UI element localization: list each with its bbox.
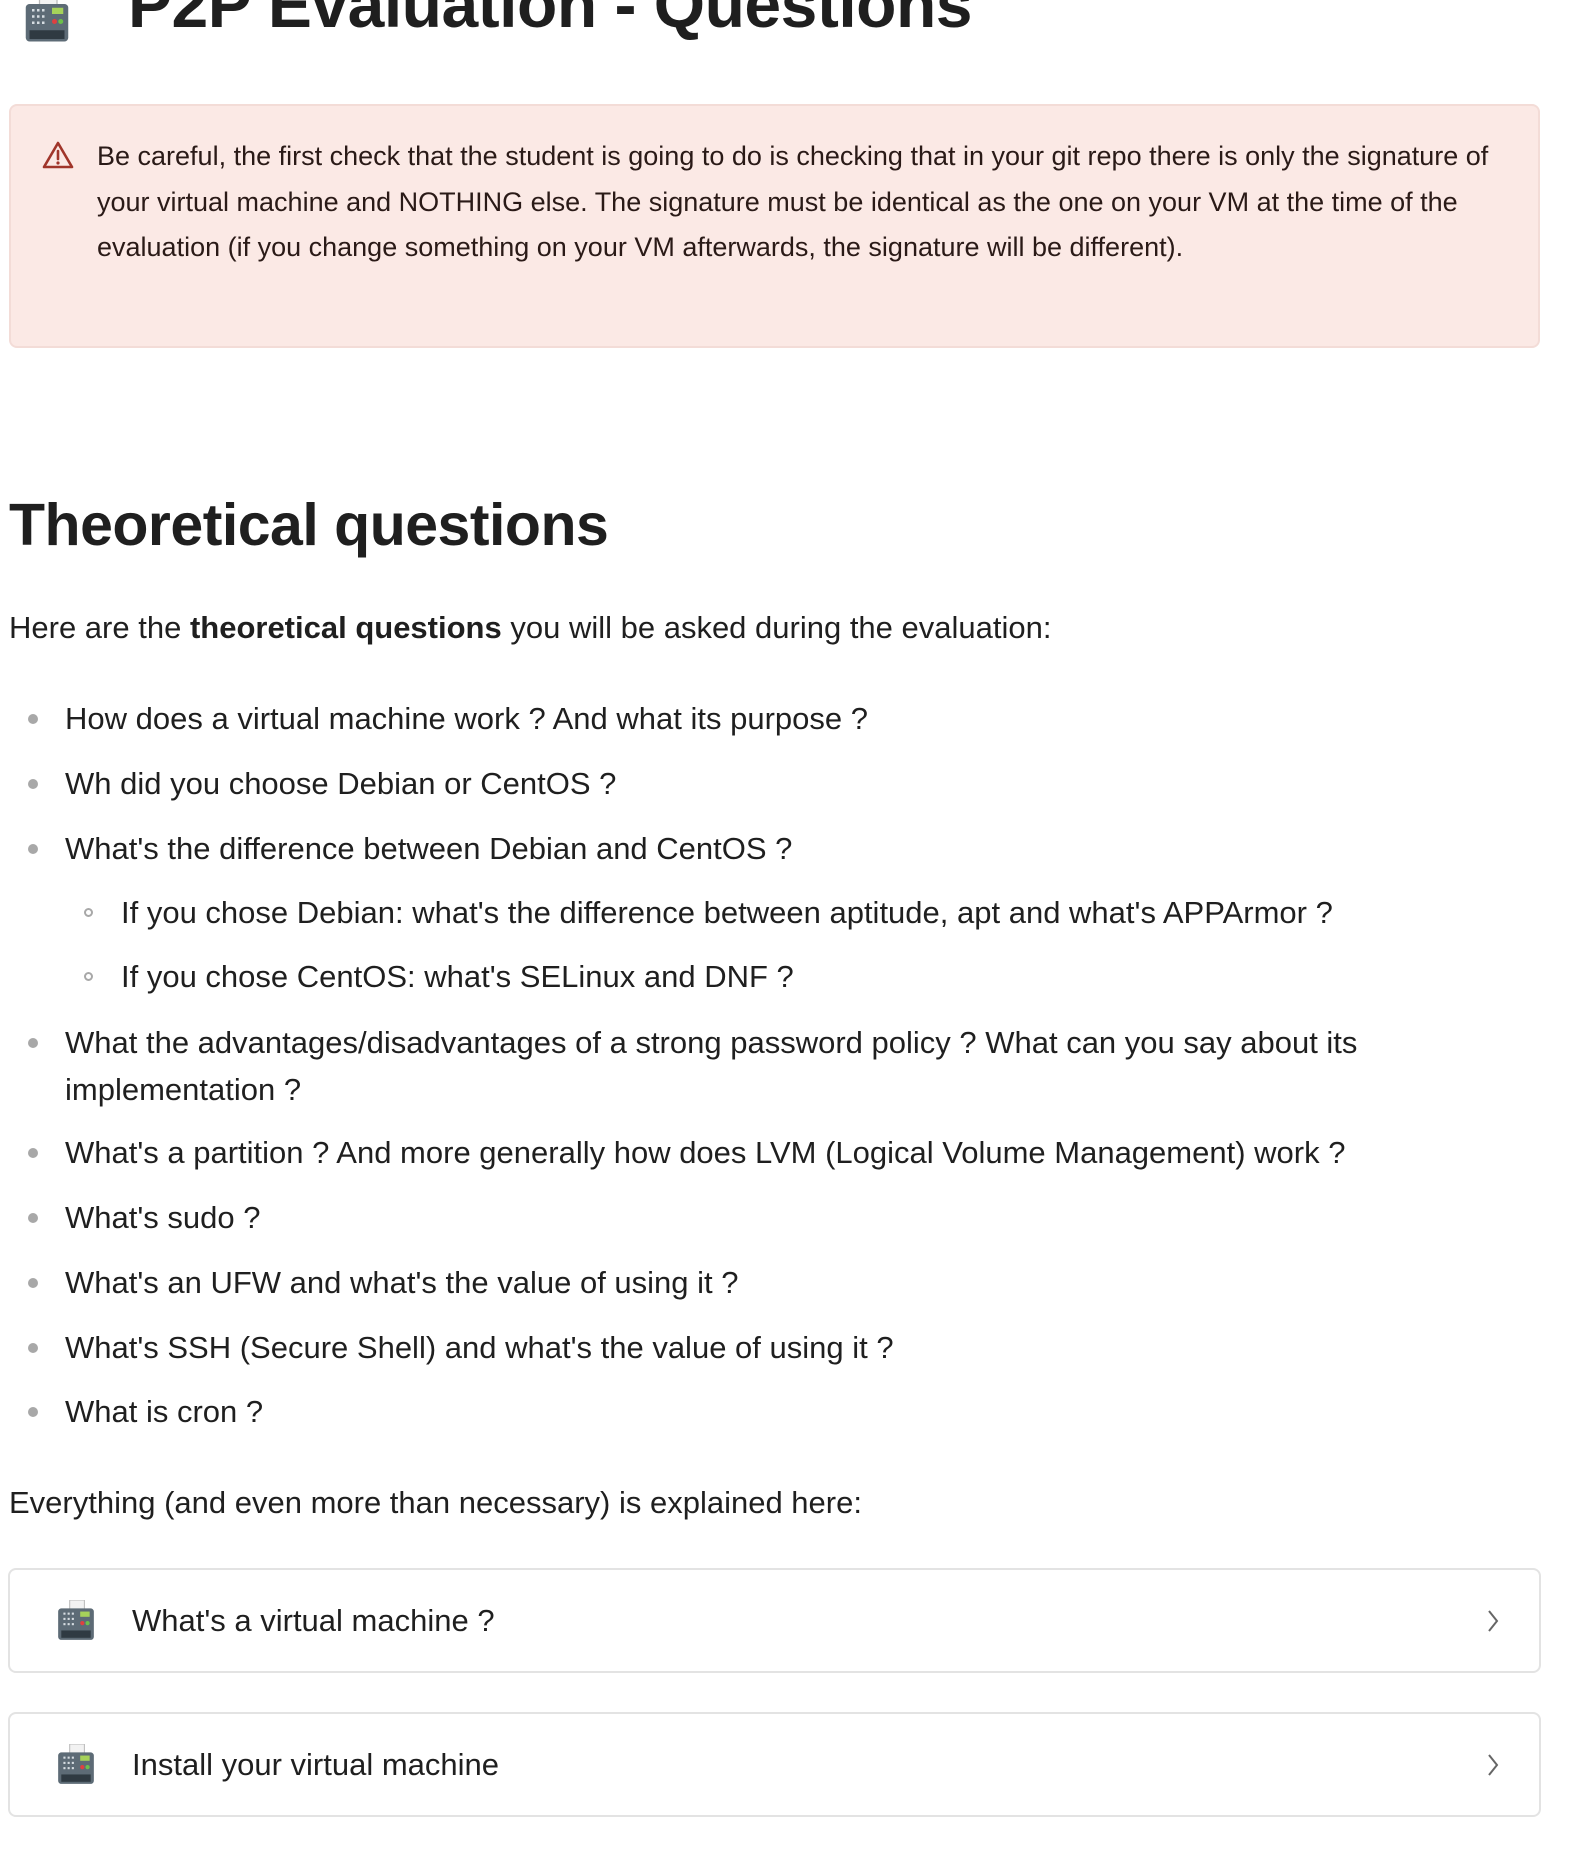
question-item: What's SSH (Secure Shell) and what's the… — [65, 1330, 894, 1365]
link-card-install-vm[interactable]: Install your virtual machine — [8, 1712, 1541, 1817]
bullet-icon — [28, 1038, 38, 1048]
section-heading: Theoretical questions — [9, 492, 609, 558]
question-item: Wh did you choose Debian or CentOS ? — [65, 766, 617, 801]
fax-icon — [54, 1744, 98, 1786]
intro-bold: theoretical questions — [189, 610, 502, 645]
page-title: P2P Evaluation - Questions — [128, 0, 973, 41]
fax-icon — [16, 0, 78, 44]
question-item: If you chose Debian: what's the differen… — [121, 895, 1333, 930]
question-item: If you chose CentOS: what's SELinux and … — [121, 959, 794, 994]
question-item: How does a virtual machine work ? And wh… — [65, 701, 868, 736]
bullet-icon — [28, 1213, 38, 1223]
intro-text-end: you will be asked during the evaluation: — [501, 610, 1052, 645]
bullet-icon — [28, 1148, 38, 1158]
bullet-icon — [28, 1407, 38, 1417]
bullet-icon — [28, 779, 38, 789]
outro-paragraph: Everything (and even more than necessary… — [9, 1485, 862, 1520]
bullet-icon — [28, 1343, 38, 1353]
chevron-right-icon — [1488, 1754, 1499, 1776]
question-item: What's sudo ? — [65, 1200, 261, 1235]
warning-callout: Be careful, the first check that the stu… — [9, 104, 1540, 348]
link-card-label: What's a virtual machine ? — [132, 1603, 495, 1638]
bullet-icon — [84, 972, 93, 981]
intro-paragraph: Here are the theoretical questions you w… — [9, 608, 1051, 648]
bullet-icon — [28, 844, 38, 854]
callout-text: Be careful, the first check that the stu… — [97, 141, 1489, 262]
warning-icon — [42, 141, 74, 169]
question-item: What the advantages/disadvantages of a s… — [65, 1025, 1358, 1107]
intro-text: Here are the — [9, 610, 190, 645]
fax-icon — [54, 1600, 98, 1642]
question-item: What is cron ? — [65, 1394, 264, 1429]
link-card-label: Install your virtual machine — [132, 1747, 499, 1782]
chevron-right-icon — [1488, 1610, 1499, 1632]
question-item: What's the difference between Debian and… — [65, 831, 793, 866]
link-card-virtual-machine[interactable]: What's a virtual machine ? — [8, 1568, 1541, 1673]
bullet-icon — [28, 1278, 38, 1288]
question-item: What's a partition ? And more generally … — [65, 1135, 1346, 1170]
bullet-icon — [84, 908, 93, 917]
bullet-icon — [28, 714, 38, 724]
question-item: What's an UFW and what's the value of us… — [65, 1265, 739, 1300]
